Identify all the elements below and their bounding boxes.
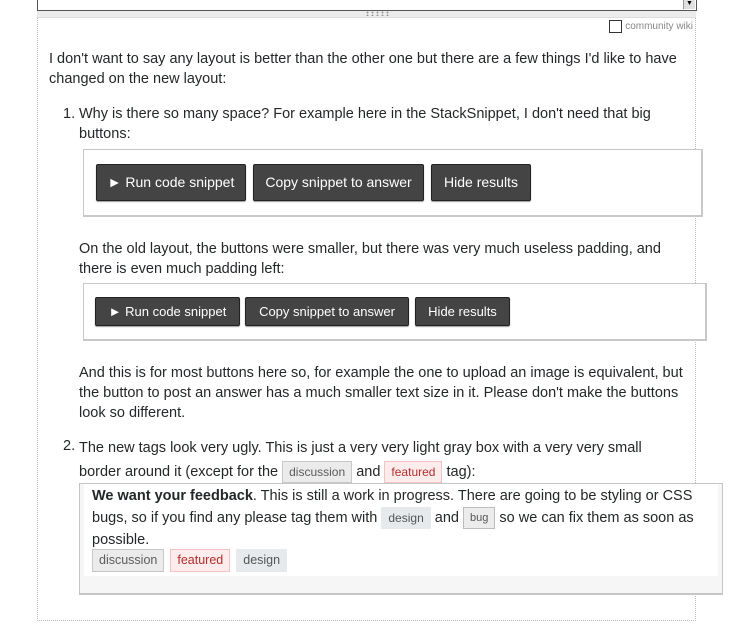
intro-paragraph: I don't want to say any layout is better… xyxy=(49,51,677,87)
closing-text: And this is for most buttons here so, fo… xyxy=(79,365,683,421)
tag-featured[interactable]: featured xyxy=(384,461,443,484)
run-code-snippet-button-old[interactable]: ► Run code snippet xyxy=(95,297,240,326)
list-number-2: 2. xyxy=(63,438,76,454)
copy-snippet-button-old[interactable]: Copy snippet to answer xyxy=(245,297,409,326)
new-snippet-box: ► Run code snippet Copy snippet to answe… xyxy=(83,149,703,217)
tag-featured[interactable]: featured xyxy=(170,549,231,572)
notice-text: We want your feedback. This is still a w… xyxy=(92,485,722,551)
hide-results-button-old[interactable]: Hide results xyxy=(415,297,510,326)
tag-design-inline[interactable]: design xyxy=(381,507,431,530)
community-wiki-checkbox[interactable] xyxy=(609,20,623,33)
tag-discussion[interactable]: discussion xyxy=(282,461,353,484)
feedback-notice: We want your feedback. This is still a w… xyxy=(79,483,723,595)
notice-text-and: and xyxy=(434,510,459,526)
hide-results-button[interactable]: Hide results xyxy=(431,164,531,201)
tag-design[interactable]: design xyxy=(236,549,288,572)
item-2-text: The new tags look very ugly. This is jus… xyxy=(79,436,679,484)
notice-bold: We want your feedback xyxy=(92,488,253,504)
community-wiki-option[interactable]: community wiki xyxy=(609,20,693,33)
grip-dots-icon xyxy=(365,11,391,16)
notice-body: We want your feedback. This is still a w… xyxy=(84,484,718,576)
tag-bug-inline[interactable]: bug xyxy=(463,507,496,530)
old-layout-text: On the old layout, the buttons were smal… xyxy=(79,241,661,277)
item-2-text-and: and xyxy=(356,464,381,480)
copy-snippet-button[interactable]: Copy snippet to answer xyxy=(253,164,424,201)
item-2-text-after: tag): xyxy=(446,464,476,480)
community-wiki-label: community wiki xyxy=(625,21,693,32)
markdown-editor-textarea[interactable]: ▼ xyxy=(37,0,697,11)
item-1-text: Why is there so many space? For example … xyxy=(79,106,651,142)
old-snippet-box: ► Run code snippet Copy snippet to answe… xyxy=(83,283,707,341)
list-number-1: 1. xyxy=(63,106,76,122)
editor-resize-grip[interactable] xyxy=(37,11,696,18)
tag-discussion[interactable]: discussion xyxy=(92,549,165,572)
notice-tag-list: discussion featured design xyxy=(92,549,288,572)
scroll-down-arrow-icon[interactable]: ▼ xyxy=(683,0,695,9)
run-code-snippet-button[interactable]: ► Run code snippet xyxy=(96,164,246,201)
